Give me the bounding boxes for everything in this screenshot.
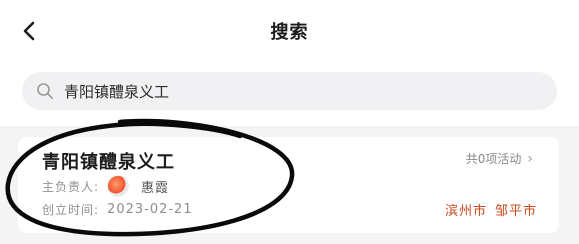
founded-row: 创立时间: 2023-02-21	[42, 201, 193, 218]
organization-name: 青阳镇醴泉义工	[42, 152, 175, 173]
chevron-right-icon: ›	[527, 150, 533, 167]
city-label: 滨州市	[444, 204, 487, 219]
search-input[interactable]	[64, 82, 544, 100]
leader-label: 主负责人:	[42, 179, 100, 194]
leader-row: 主负责人: 惠霞	[42, 175, 169, 197]
search-bar-container	[0, 62, 579, 126]
organization-result-card[interactable]: 青阳镇醴泉义工 共0项活动 › 主负责人: 惠霞 创立时间: 2023-02-2…	[18, 137, 559, 233]
founded-label: 创立时间:	[42, 203, 100, 217]
search-icon	[36, 81, 56, 101]
leader-name: 惠霞	[141, 180, 170, 196]
page-title: 搜索	[270, 22, 309, 43]
location: 滨州市 邹平市	[445, 200, 537, 219]
founded-date: 2023-02-21	[107, 202, 193, 217]
search-box[interactable]	[22, 72, 557, 110]
activity-count-link[interactable]: 共0项活动 ›	[466, 150, 533, 167]
top-bar: 搜索	[0, 0, 579, 62]
avatar	[107, 175, 130, 197]
activity-count-label: 共0项活动	[465, 152, 522, 166]
district-label: 邹平市	[494, 204, 537, 219]
